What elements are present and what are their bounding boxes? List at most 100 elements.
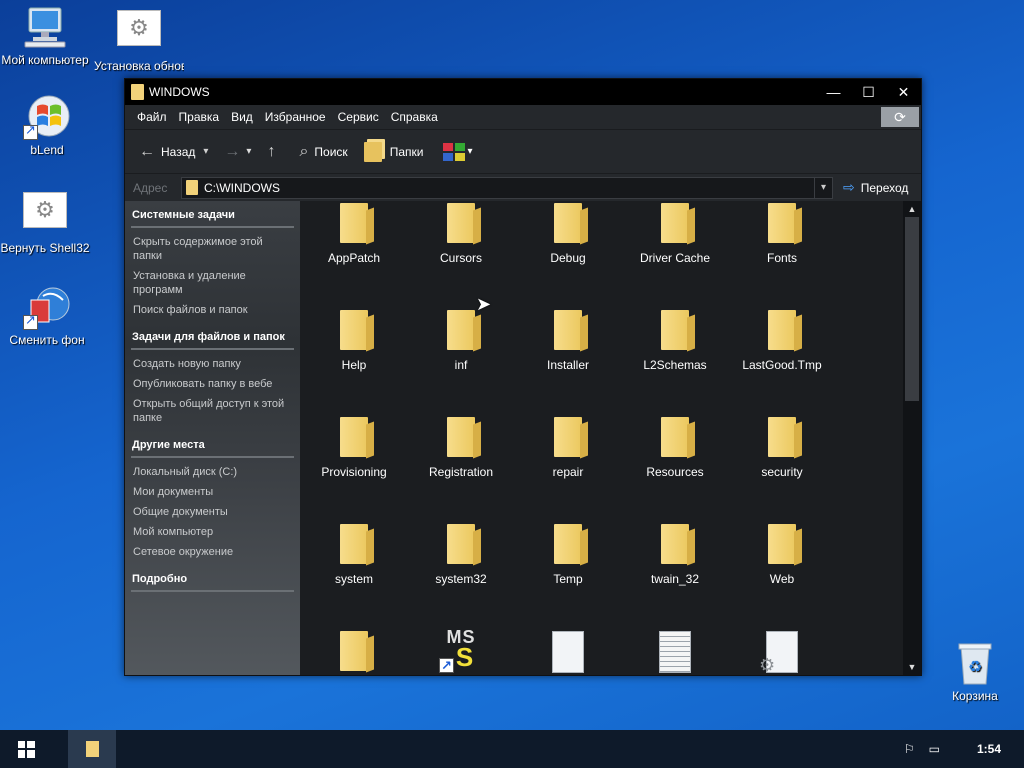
menu-view[interactable]: Вид	[225, 110, 259, 124]
file-item[interactable]: system	[304, 524, 404, 586]
minimize-button[interactable]: —	[816, 79, 851, 105]
desktop-icon-label: Мой компьютер	[1, 53, 89, 67]
scroll-down-button[interactable]: ▼	[903, 659, 921, 675]
task-link-my-documents[interactable]: Мои документы	[131, 485, 294, 499]
file-item[interactable]: Debug	[518, 203, 618, 265]
menu-favorites[interactable]: Избранное	[259, 110, 332, 124]
search-label: Поиск	[314, 144, 348, 159]
task-link-hide-contents[interactable]: Скрыть содержимое этой папки	[131, 235, 294, 263]
task-link-local-disk[interactable]: Локальный диск (C:)	[131, 465, 294, 479]
desktop-icon-restore-shell32[interactable]: ⚙ Вернуть Shell32	[0, 186, 90, 255]
windows-logo-icon	[23, 94, 71, 140]
file-item[interactable]: LastGood.Tmp	[732, 310, 832, 372]
folder-icon	[768, 203, 796, 243]
go-button[interactable]: ⇨ Переход	[843, 179, 908, 196]
file-item[interactable]: security	[732, 417, 832, 479]
file-item[interactable]: Driver Cache	[625, 203, 725, 265]
maximize-button[interactable]: ☐	[851, 79, 886, 105]
chevron-down-icon: ▾	[467, 146, 473, 157]
task-section-header[interactable]: Другие места	[131, 437, 294, 458]
address-dropdown-button[interactable]: ▾	[814, 177, 832, 198]
file-item[interactable]: inf	[411, 310, 511, 372]
folders-icon	[363, 141, 382, 162]
menu-edit[interactable]: Правка	[173, 110, 226, 124]
folder-icon	[186, 180, 198, 195]
up-button[interactable]: ↑	[267, 143, 281, 161]
task-section-file-tasks: Задачи для файлов и папок Создать новую …	[131, 329, 294, 425]
close-button[interactable]: ✕	[886, 79, 921, 105]
menu-file[interactable]: Файл	[131, 110, 173, 124]
content-area: Системные задачи Скрыть содержимое этой …	[125, 201, 921, 675]
file-name: Debug	[550, 251, 586, 265]
file-item[interactable]: Provisioning	[304, 417, 404, 479]
views-button[interactable]: ▾	[443, 142, 473, 161]
task-section-header[interactable]: Системные задачи	[131, 207, 294, 228]
folder-icon	[85, 741, 99, 757]
file-item[interactable]: MS S	[411, 627, 511, 675]
task-section-header[interactable]: Подробно	[131, 571, 294, 592]
folder-icon	[340, 631, 368, 671]
menu-help[interactable]: Справка	[385, 110, 444, 124]
task-section-other-places: Другие места Локальный диск (C:) Мои док…	[131, 437, 294, 559]
shortcut-arrow-icon	[23, 123, 38, 140]
menu-tools[interactable]: Сервис	[332, 110, 385, 124]
task-link-publish-web[interactable]: Опубликовать папку в вебе	[131, 377, 294, 391]
file-item[interactable]: repair	[518, 417, 618, 479]
file-item[interactable]: system32	[411, 524, 511, 586]
address-input[interactable]: C:\WINDOWS ▾	[181, 176, 833, 199]
title-bar[interactable]: WINDOWS — ☐ ✕	[125, 79, 921, 105]
file-name: inf	[454, 358, 468, 372]
file-item[interactable]: Resources	[625, 417, 725, 479]
task-link-shared-documents[interactable]: Общие документы	[131, 505, 294, 519]
desktop-icon-blend[interactable]: bLend	[2, 94, 92, 157]
file-item[interactable]: Fonts	[732, 203, 832, 265]
desktop-icon-my-computer[interactable]: Мой компьютер	[0, 4, 90, 67]
file-item[interactable]	[518, 631, 618, 673]
desktop-icon-updates[interactable]: ⚙ Установка обновлен	[94, 4, 184, 87]
forward-button[interactable]: → ▾	[224, 143, 257, 161]
file-name: L2Schemas	[643, 358, 707, 372]
file-item[interactable]: Installer	[518, 310, 618, 372]
clock[interactable]: 1:54	[954, 742, 1024, 756]
file-item[interactable]	[304, 631, 404, 675]
file-name: Help	[341, 358, 367, 372]
desktop-icon-change-background[interactable]: Сменить фон	[2, 284, 92, 347]
task-link-my-computer[interactable]: Мой компьютер	[131, 525, 294, 539]
back-label: Назад	[161, 144, 196, 159]
task-section-header[interactable]: Задачи для файлов и папок	[131, 329, 294, 350]
file-item[interactable]: Web	[732, 524, 832, 586]
action-center-icon[interactable]: ▭	[929, 742, 940, 756]
desktop-icon-recycle-bin[interactable]: ♻ Корзина	[930, 640, 1020, 703]
task-link-network[interactable]: Сетевое окружение	[131, 545, 294, 559]
start-button[interactable]	[0, 730, 52, 768]
folder-icon	[131, 84, 144, 100]
scroll-up-button[interactable]: ▲	[903, 201, 921, 217]
vertical-scrollbar[interactable]: ▲ ▼	[903, 201, 921, 675]
file-item[interactable]: Temp	[518, 524, 618, 586]
file-item[interactable]: AppPatch	[304, 203, 404, 265]
back-button[interactable]: ← Назад ▾	[139, 143, 214, 161]
file-item[interactable]: Cursors	[411, 203, 511, 265]
go-label: Переход	[860, 180, 909, 195]
file-name: Temp	[553, 572, 583, 586]
refresh-button[interactable]: ⟳	[881, 107, 919, 127]
file-item[interactable]: Help	[304, 310, 404, 372]
file-item[interactable]: L2Schemas	[625, 310, 725, 372]
taskbar-explorer-button[interactable]	[68, 730, 116, 768]
file-name: security	[761, 465, 803, 479]
task-link-search-files[interactable]: Поиск файлов и папок	[131, 303, 294, 317]
file-item[interactable]: ⚙	[732, 631, 832, 675]
scroll-thumb[interactable]	[905, 217, 919, 401]
task-link-share-folder[interactable]: Открыть общий доступ к этой папке	[131, 397, 294, 425]
search-button[interactable]: ⌕ Поиск	[299, 143, 347, 161]
file-item[interactable]	[625, 631, 725, 673]
task-link-new-folder[interactable]: Создать новую папку	[131, 357, 294, 371]
flag-icon[interactable]: ⚐	[904, 742, 915, 756]
task-link-add-remove-programs[interactable]: Установка и удаление программ	[131, 269, 294, 297]
folder-icon	[554, 310, 582, 350]
ms-shortcut-icon: MS S	[439, 627, 483, 675]
folders-button[interactable]: Папки	[363, 141, 423, 162]
file-item[interactable]: Registration	[411, 417, 511, 479]
folder-icon	[768, 524, 796, 564]
file-item[interactable]: twain_32	[625, 524, 725, 586]
